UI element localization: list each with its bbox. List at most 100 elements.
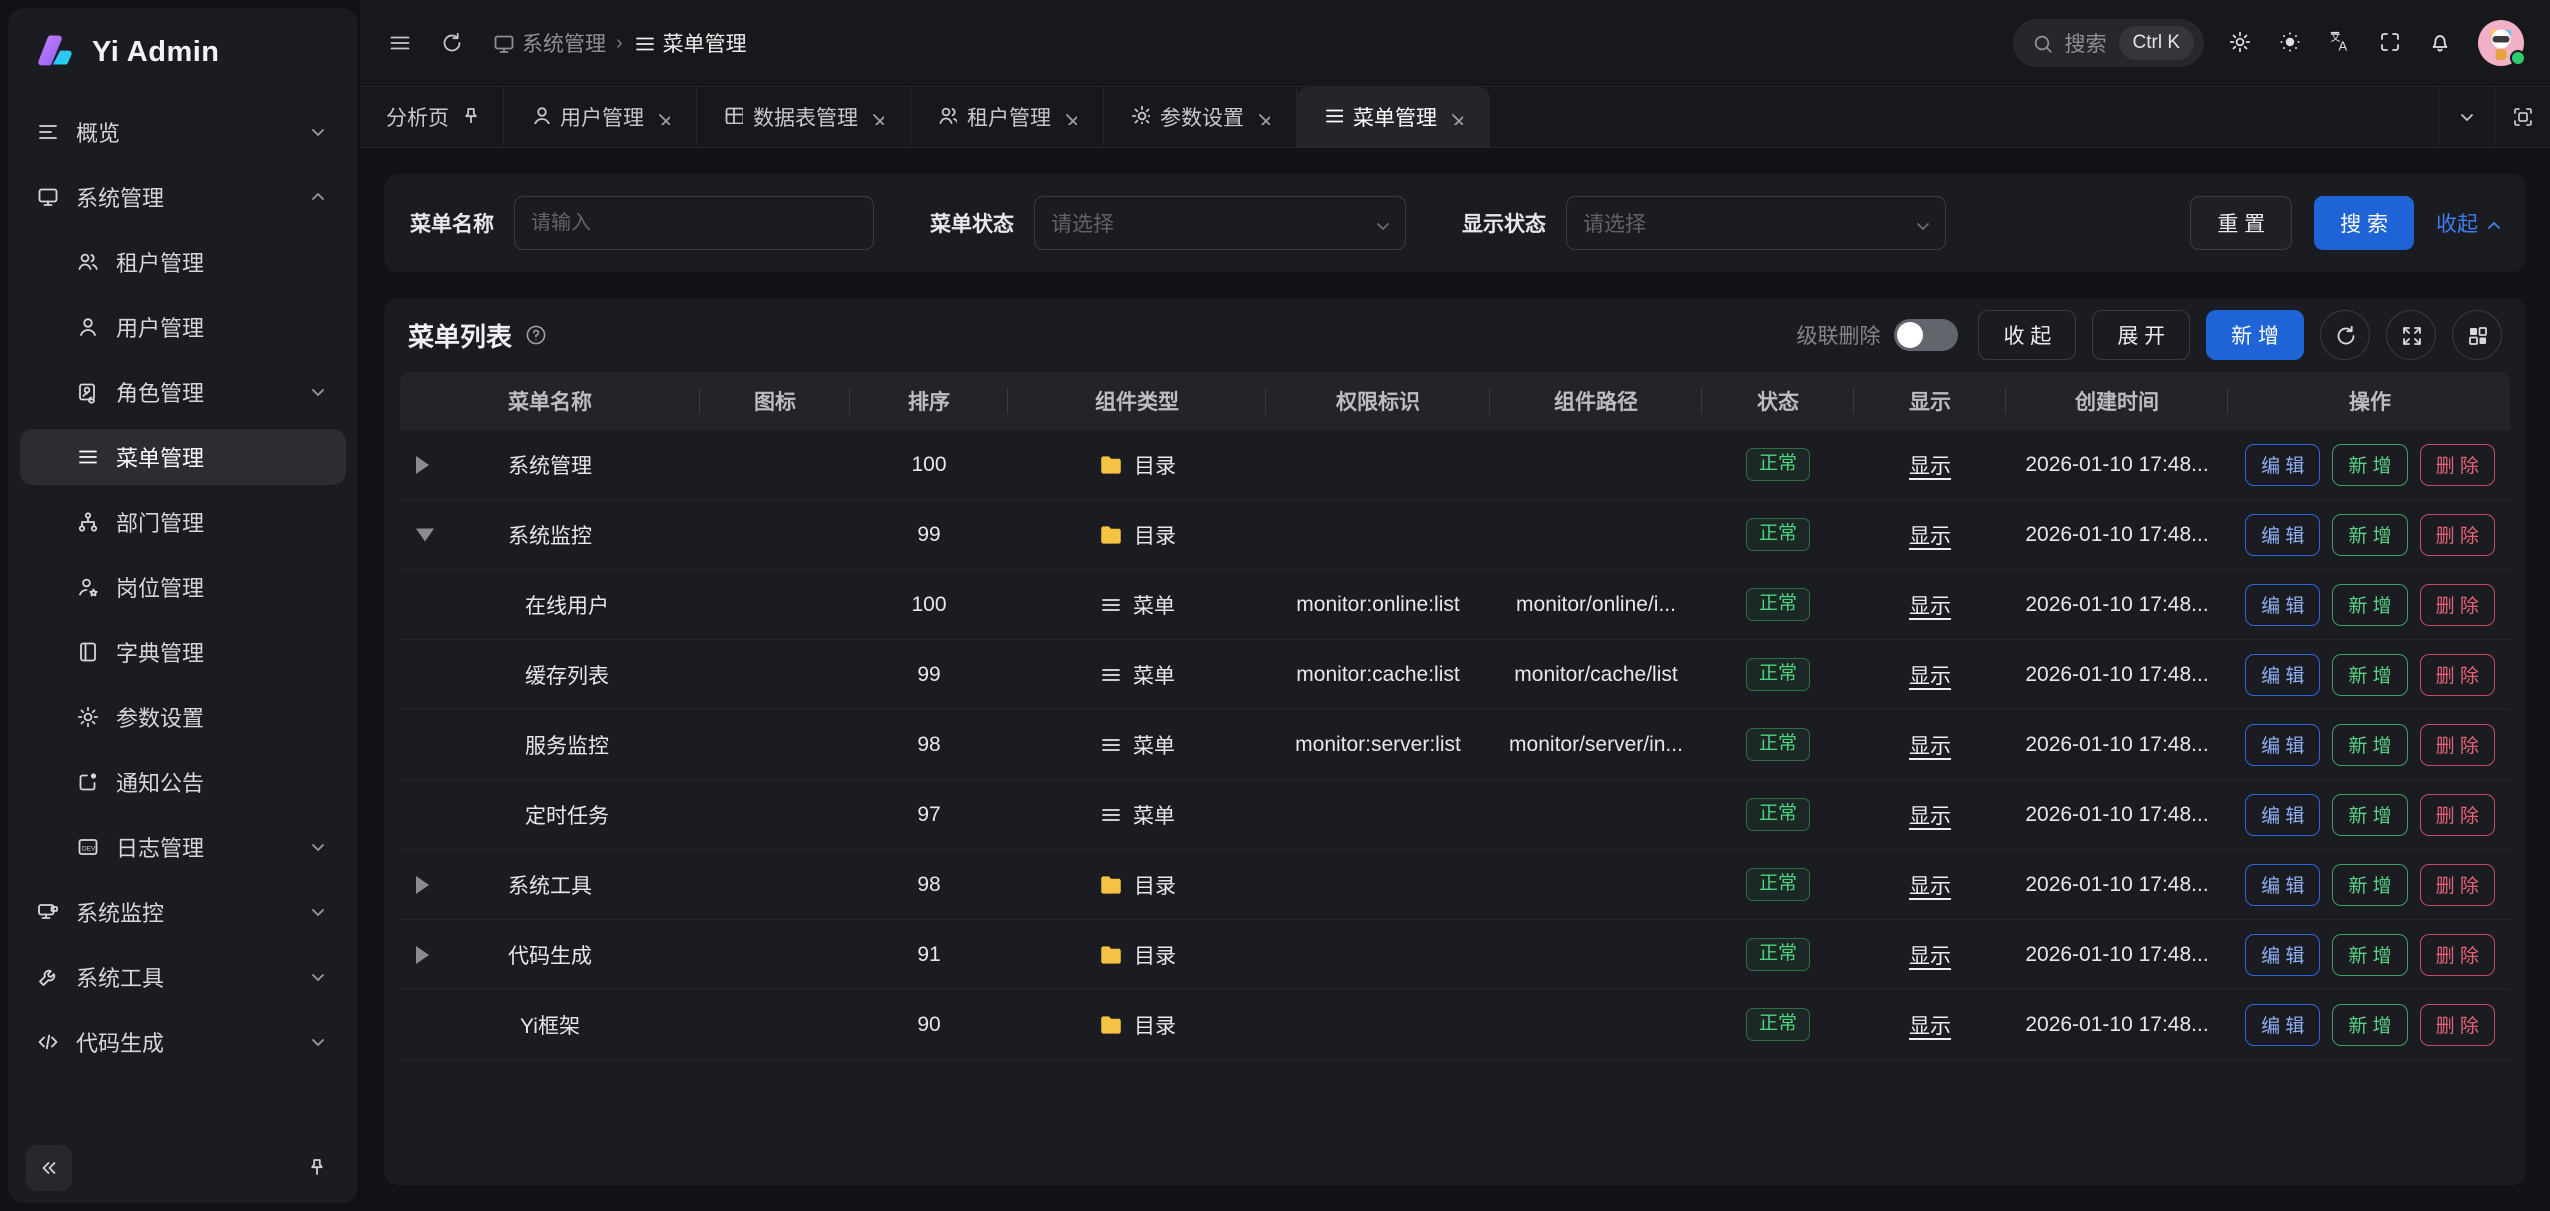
expand-all-button[interactable]: 展 开 — [2092, 310, 2190, 360]
delete-button[interactable]: 删 除 — [2420, 794, 2495, 836]
delete-button[interactable]: 删 除 — [2420, 444, 2495, 486]
breadcrumb-current[interactable]: 菜单管理 — [633, 28, 747, 58]
sidebar-item-overview[interactable]: 概览 — [20, 104, 346, 160]
delete-button[interactable]: 删 除 — [2420, 654, 2495, 696]
visible-link[interactable]: 显示 — [1909, 945, 1951, 968]
edit-button[interactable]: 编 辑 — [2245, 864, 2320, 906]
expand-row-caret[interactable] — [416, 876, 429, 894]
cascade-delete-toggle[interactable] — [1894, 319, 1958, 351]
sidebar-item-role[interactable]: 角色管理 — [20, 364, 346, 420]
visible-link[interactable]: 显示 — [1909, 525, 1951, 548]
table-toolbar: 级联删除 收 起 展 开 新 增 — [1796, 310, 2502, 360]
expand-row-caret[interactable] — [416, 456, 429, 474]
edit-button[interactable]: 编 辑 — [2245, 724, 2320, 766]
close-tab-icon[interactable] — [1254, 109, 1270, 125]
language-button[interactable]: 文A — [2328, 30, 2354, 56]
delete-button[interactable]: 删 除 — [2420, 864, 2495, 906]
edit-button[interactable]: 编 辑 — [2245, 654, 2320, 696]
user-avatar[interactable] — [2478, 20, 2524, 66]
add-button[interactable]: 新 增 — [2332, 584, 2407, 626]
add-button[interactable]: 新 增 — [2332, 794, 2407, 836]
visible-link[interactable]: 显示 — [1909, 455, 1951, 478]
add-button[interactable]: 新 增 — [2332, 934, 2407, 976]
edit-button[interactable]: 编 辑 — [2245, 1004, 2320, 1046]
visible-link[interactable]: 显示 — [1909, 805, 1951, 828]
sidebar-item-dept[interactable]: 部门管理 — [20, 494, 346, 550]
help-icon[interactable] — [524, 323, 548, 347]
column-settings-button[interactable] — [2452, 310, 2502, 360]
tab-menu-management[interactable]: 菜单管理 — [1297, 87, 1490, 147]
delete-button[interactable]: 删 除 — [2420, 1004, 2495, 1046]
tab-user-management[interactable]: 用户管理 — [504, 87, 697, 147]
breadcrumb-root[interactable]: 系统管理 — [492, 28, 606, 58]
search-button[interactable]: 搜 索 — [2314, 196, 2414, 250]
sidebar-item-system-tools[interactable]: 系统工具 — [20, 949, 346, 1005]
close-tab-icon[interactable] — [868, 109, 884, 125]
logo-row[interactable]: Yi Admin — [8, 8, 358, 94]
edit-button[interactable]: 编 辑 — [2245, 514, 2320, 556]
add-button[interactable]: 新 增 — [2332, 724, 2407, 766]
fullscreen-button[interactable] — [2378, 30, 2404, 56]
tab-list-dropdown-button[interactable] — [2438, 87, 2494, 147]
tab-table-management[interactable]: 数据表管理 — [697, 87, 911, 147]
tab-params-settings[interactable]: 参数设置 — [1104, 87, 1297, 147]
delete-button[interactable]: 删 除 — [2420, 934, 2495, 976]
sidebar-item-system-monitor[interactable]: 系统监控 — [20, 884, 346, 940]
edit-button[interactable]: 编 辑 — [2245, 444, 2320, 486]
expand-row-caret[interactable] — [416, 946, 429, 964]
visible-status-select[interactable]: 请选择 — [1566, 196, 1946, 250]
refresh-table-button[interactable] — [2320, 310, 2370, 360]
theme-toggle-button[interactable] — [2278, 30, 2304, 56]
sidebar-item-post[interactable]: 岗位管理 — [20, 559, 346, 615]
add-menu-button[interactable]: 新 增 — [2206, 310, 2304, 360]
add-button[interactable]: 新 增 — [2332, 654, 2407, 696]
collapse-all-button[interactable]: 收 起 — [1978, 310, 2076, 360]
table-fullscreen-button[interactable] — [2386, 310, 2436, 360]
menu-name-input[interactable] — [531, 212, 857, 235]
org-tree-icon — [76, 510, 100, 534]
sidebar-item-params[interactable]: 参数设置 — [20, 689, 346, 745]
close-tab-icon[interactable] — [654, 109, 670, 125]
tab-analysis[interactable]: 分析页 — [360, 87, 504, 147]
sidebar-item-dict[interactable]: 字典管理 — [20, 624, 346, 680]
add-button[interactable]: 新 增 — [2332, 1004, 2407, 1046]
sidebar-item-system-management[interactable]: 系统管理 — [20, 169, 346, 225]
global-search[interactable]: 搜索 Ctrl K — [2013, 19, 2205, 67]
sidebar-item-user[interactable]: 用户管理 — [20, 299, 346, 355]
reset-button[interactable]: 重 置 — [2190, 196, 2292, 250]
tab-tenant-management[interactable]: 租户管理 — [911, 87, 1104, 147]
visible-link[interactable]: 显示 — [1909, 1015, 1951, 1038]
path-cell: monitor/online/i... — [1490, 593, 1702, 617]
refresh-page-button[interactable] — [440, 31, 464, 55]
delete-button[interactable]: 删 除 — [2420, 584, 2495, 626]
collapse-filter-link[interactable]: 收起 — [2436, 208, 2500, 238]
content-maximize-button[interactable] — [2494, 87, 2550, 147]
visible-link[interactable]: 显示 — [1909, 735, 1951, 758]
notifications-button[interactable] — [2428, 30, 2454, 56]
delete-button[interactable]: 删 除 — [2420, 724, 2495, 766]
visible-link[interactable]: 显示 — [1909, 875, 1951, 898]
collapse-sidebar-button[interactable] — [26, 1145, 72, 1191]
visible-link[interactable]: 显示 — [1909, 595, 1951, 618]
status-badge: 正常 — [1746, 448, 1810, 481]
edit-button[interactable]: 编 辑 — [2245, 934, 2320, 976]
sidebar-item-codegen[interactable]: 代码生成 — [20, 1014, 346, 1070]
settings-button[interactable] — [2228, 30, 2254, 56]
delete-button[interactable]: 删 除 — [2420, 514, 2495, 556]
add-button[interactable]: 新 增 — [2332, 514, 2407, 556]
sidebar-item-logs[interactable]: DEV 日志管理 — [20, 819, 346, 875]
edit-button[interactable]: 编 辑 — [2245, 794, 2320, 836]
add-button[interactable]: 新 增 — [2332, 864, 2407, 906]
sidebar-item-notice[interactable]: 通知公告 — [20, 754, 346, 810]
edit-button[interactable]: 编 辑 — [2245, 584, 2320, 626]
pin-sidebar-button[interactable] — [294, 1145, 340, 1191]
visible-link[interactable]: 显示 — [1909, 665, 1951, 688]
collapse-row-caret[interactable] — [416, 528, 434, 541]
close-tab-icon[interactable] — [1447, 109, 1463, 125]
sidebar-item-menu[interactable]: 菜单管理 — [20, 429, 346, 485]
toggle-sidebar-button[interactable] — [388, 31, 412, 55]
close-tab-icon[interactable] — [1061, 109, 1077, 125]
menu-status-select[interactable]: 请选择 — [1034, 196, 1406, 250]
sidebar-item-tenant[interactable]: 租户管理 — [20, 234, 346, 290]
add-button[interactable]: 新 增 — [2332, 444, 2407, 486]
